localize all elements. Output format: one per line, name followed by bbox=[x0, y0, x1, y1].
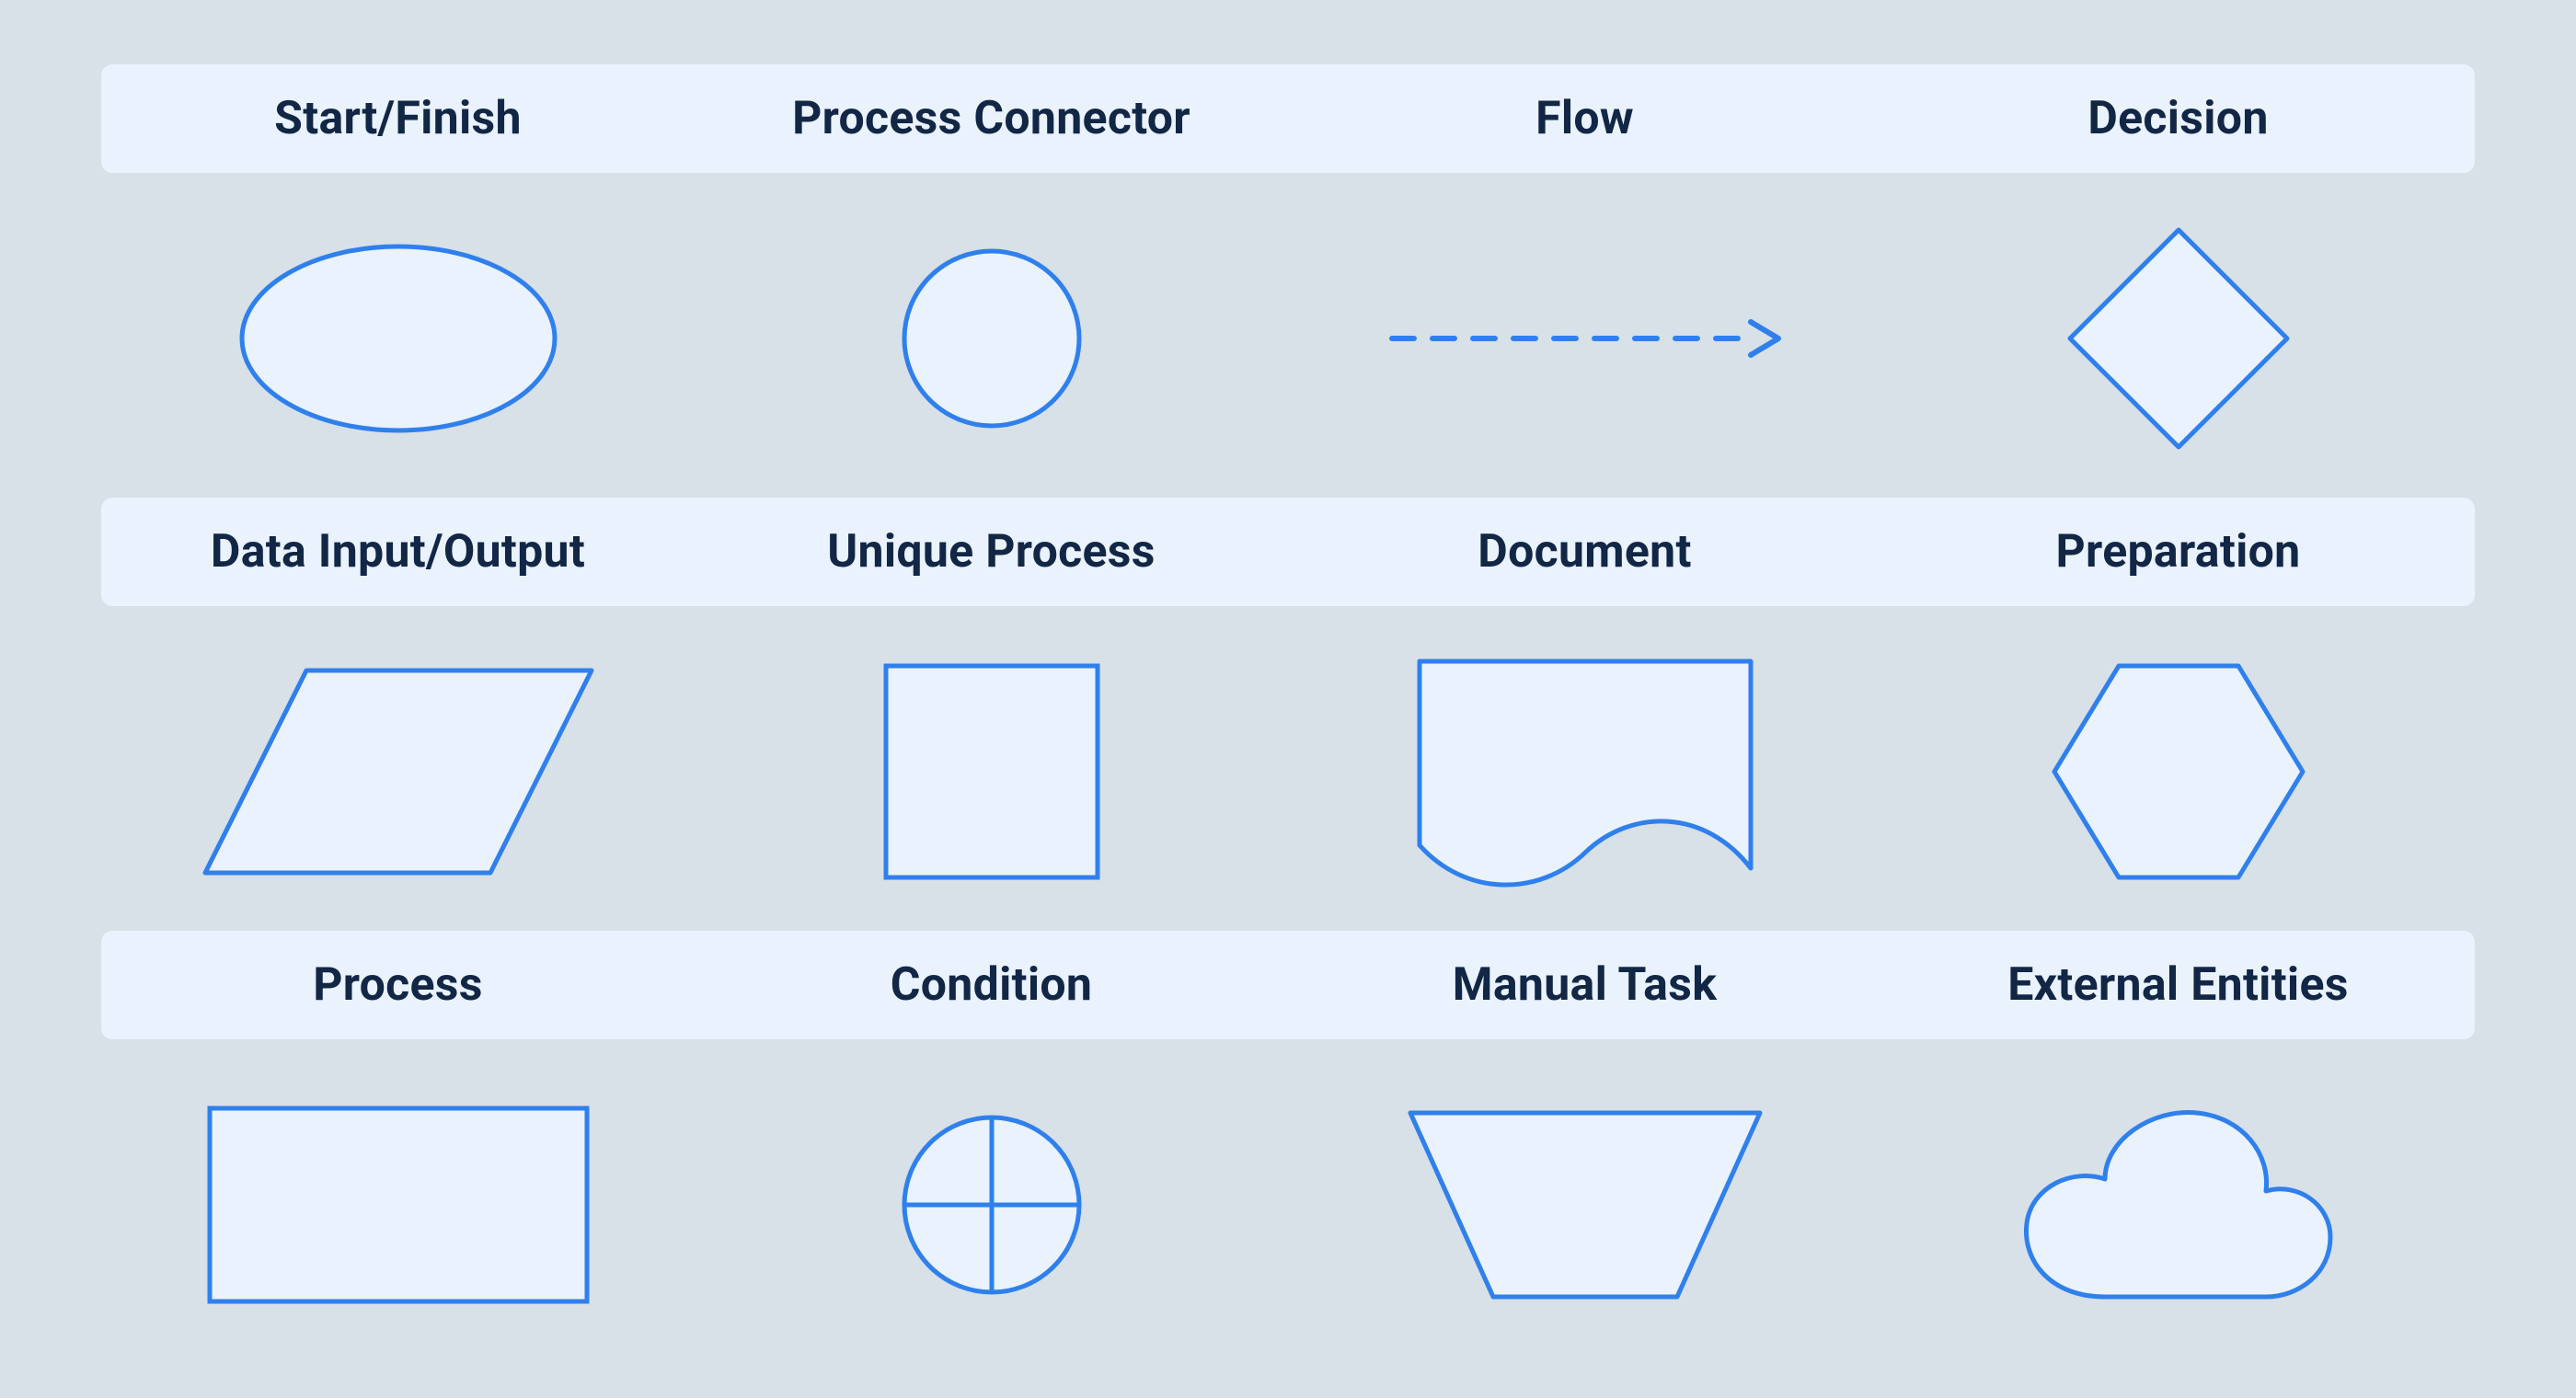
label-data-io: Data Input/Output bbox=[101, 525, 695, 579]
shape-process bbox=[101, 1076, 695, 1334]
row-3: Process Condition Manual Task External E… bbox=[101, 931, 2475, 1334]
diamond-icon bbox=[2059, 219, 2298, 458]
shapes-row-1 bbox=[101, 210, 2475, 467]
shapes-row-2 bbox=[101, 643, 2475, 900]
row-1: Start/Finish Process Connector Flow Deci… bbox=[101, 64, 2475, 467]
shape-decision bbox=[1881, 210, 2475, 467]
shape-start-finish bbox=[101, 210, 695, 467]
hexagon-icon bbox=[2041, 652, 2317, 891]
rectangle-icon bbox=[196, 1094, 601, 1315]
label-unique-process: Unique Process bbox=[695, 525, 1288, 579]
label-start-finish: Start/Finish bbox=[101, 92, 695, 145]
label-flow: Flow bbox=[1288, 92, 1881, 145]
shapes-row-3 bbox=[101, 1076, 2475, 1334]
label-manual-task: Manual Task bbox=[1288, 958, 1881, 1012]
label-preparation: Preparation bbox=[1881, 525, 2475, 579]
label-external-entities: External Entities bbox=[1881, 958, 2475, 1012]
parallelogram-icon bbox=[196, 652, 601, 891]
label-decision: Decision bbox=[1881, 92, 2475, 145]
label-condition: Condition bbox=[695, 958, 1288, 1012]
document-icon bbox=[1401, 643, 1769, 900]
shape-process-connector bbox=[695, 210, 1288, 467]
header-bar-2: Data Input/Output Unique Process Documen… bbox=[101, 498, 2475, 606]
shape-manual-task bbox=[1288, 1076, 1881, 1334]
trapezoid-icon bbox=[1392, 1094, 1778, 1315]
shape-external-entities bbox=[1881, 1076, 2475, 1334]
shape-flow bbox=[1288, 210, 1881, 467]
header-bar-3: Process Condition Manual Task External E… bbox=[101, 931, 2475, 1039]
label-process-connector: Process Connector bbox=[695, 92, 1288, 145]
shape-preparation bbox=[1881, 643, 2475, 900]
shape-unique-process bbox=[695, 643, 1288, 900]
crossed-circle-icon bbox=[891, 1104, 1093, 1306]
row-2: Data Input/Output Unique Process Documen… bbox=[101, 498, 2475, 900]
shape-data-io bbox=[101, 643, 695, 900]
label-process: Process bbox=[101, 958, 695, 1012]
shape-condition bbox=[695, 1076, 1288, 1334]
square-icon bbox=[872, 652, 1111, 891]
cloud-icon bbox=[2004, 1094, 2353, 1315]
label-document: Document bbox=[1288, 525, 1881, 579]
shape-document bbox=[1288, 643, 1881, 900]
dashed-arrow-icon bbox=[1383, 311, 1788, 366]
header-bar-1: Start/Finish Process Connector Flow Deci… bbox=[101, 64, 2475, 173]
ellipse-icon bbox=[233, 237, 564, 440]
circle-icon bbox=[891, 237, 1093, 440]
